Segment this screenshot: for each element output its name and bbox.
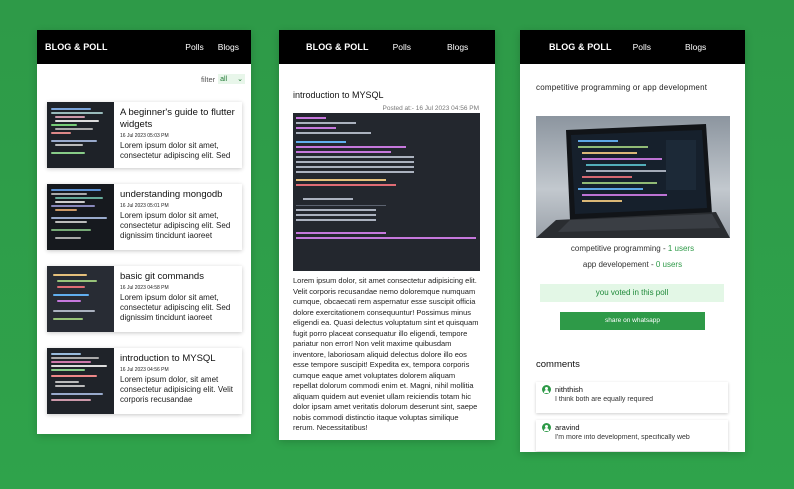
blog-list-screen: BLOG & POLL Polls Blogs filter all ⌄ A b… <box>37 30 251 434</box>
user-avatar-icon <box>542 423 551 432</box>
blog-thumbnail <box>47 266 114 332</box>
post-date: Posted at:- 16 Jul 2023 04:56 PM <box>382 105 479 112</box>
blog-card-date: 16 Jul 2023 05:03 PM <box>120 133 169 139</box>
blog-card-date: 16 Jul 2023 04:58 PM <box>120 285 169 291</box>
brand-logo[interactable]: BLOG & POLL <box>549 42 612 52</box>
nav-polls-link[interactable]: Polls <box>393 42 411 52</box>
post-body: Lorem ipsum dolor, sit amet consectetur … <box>293 276 479 432</box>
navbar: BLOG & POLL Polls Blogs <box>520 30 745 64</box>
navbar: BLOG & POLL Polls Blogs <box>279 30 495 64</box>
comments-heading: comments <box>536 359 580 370</box>
voted-banner: you voted in this poll <box>540 284 724 302</box>
blog-detail-screen: BLOG & POLL Polls Blogs introduction to … <box>279 30 495 440</box>
laptop-image <box>536 116 730 238</box>
poll-question: competitive programming or app developme… <box>536 83 708 92</box>
post-image <box>293 113 480 271</box>
blog-card[interactable]: introduction to MYSQL 16 Jul 2023 04:56 … <box>47 348 242 414</box>
code-screenshot-image <box>293 113 480 271</box>
share-whatsapp-button[interactable]: share on whatsapp <box>560 312 705 330</box>
blog-card[interactable]: A beginner's guide to flutter widgets 16… <box>47 102 242 168</box>
nav-blogs-link[interactable]: Blogs <box>447 42 468 52</box>
poll-option-label: competitive programming - <box>570 244 668 253</box>
nav-polls-link[interactable]: Polls <box>185 42 203 52</box>
nav-blogs-link[interactable]: Blogs <box>685 42 706 52</box>
brand-logo[interactable]: BLOG & POLL <box>306 42 369 52</box>
blog-card-title[interactable]: understanding mongodb <box>120 189 242 201</box>
blog-card-excerpt: Lorem ipsum dolor sit amet, consectetur … <box>120 141 231 160</box>
blog-card-date: 16 Jul 2023 04:56 PM <box>120 367 169 373</box>
poll-option[interactable]: competitive programming - 1 users <box>520 244 745 253</box>
user-avatar-icon <box>542 385 551 394</box>
filter-select[interactable]: all ⌄ <box>218 74 245 84</box>
comment-user: aravind <box>555 423 580 432</box>
blog-card[interactable]: basic git commands 16 Jul 2023 04:58 PM … <box>47 266 242 332</box>
comment-item: niththish I think both are equally requi… <box>536 382 728 413</box>
poll-option-count: 1 users <box>667 244 695 253</box>
blog-card-excerpt: Lorem ipsum dolor sit amet, consectetur … <box>120 211 231 240</box>
filter-label: filter <box>200 74 216 84</box>
blog-thumbnail <box>47 184 114 250</box>
poll-option-label: app developement - <box>582 260 656 269</box>
blog-card-title[interactable]: introduction to MYSQL <box>120 353 242 365</box>
comment-user: niththish <box>555 385 583 394</box>
comment-item: aravind I'm more into development, speci… <box>536 420 728 451</box>
blog-card-title[interactable]: basic git commands <box>120 271 242 283</box>
chevron-down-icon: ⌄ <box>237 76 243 83</box>
post-title: introduction to MYSQL <box>293 90 384 100</box>
blog-thumbnail <box>47 348 114 414</box>
blog-card-title[interactable]: A beginner's guide to flutter widgets <box>120 107 242 131</box>
nav-polls-link[interactable]: Polls <box>633 42 651 52</box>
filter-row: filter all ⌄ <box>37 64 251 84</box>
poll-option-count: 0 users <box>655 260 683 269</box>
poll-option[interactable]: app developement - 0 users <box>520 260 745 269</box>
blog-card-excerpt: Lorem ipsum dolor sit amet, consectetur … <box>120 293 231 322</box>
blog-thumbnail <box>47 102 114 168</box>
blog-card-date: 16 Jul 2023 05:01 PM <box>120 203 169 209</box>
filter-value: all <box>220 75 228 83</box>
poll-detail-screen: BLOG & POLL Polls Blogs competitive prog… <box>520 30 745 452</box>
blog-card-excerpt: Lorem ipsum dolor, sit amet consectetur … <box>120 375 233 404</box>
poll-image <box>536 116 730 238</box>
nav-blogs-link[interactable]: Blogs <box>218 42 239 52</box>
comment-text: I think both are equally required <box>555 396 654 403</box>
navbar: BLOG & POLL Polls Blogs <box>37 30 251 64</box>
comment-text: I'm more into development, specifically … <box>555 434 690 441</box>
blog-card[interactable]: understanding mongodb 16 Jul 2023 05:01 … <box>47 184 242 250</box>
brand-logo[interactable]: BLOG & POLL <box>45 42 108 52</box>
